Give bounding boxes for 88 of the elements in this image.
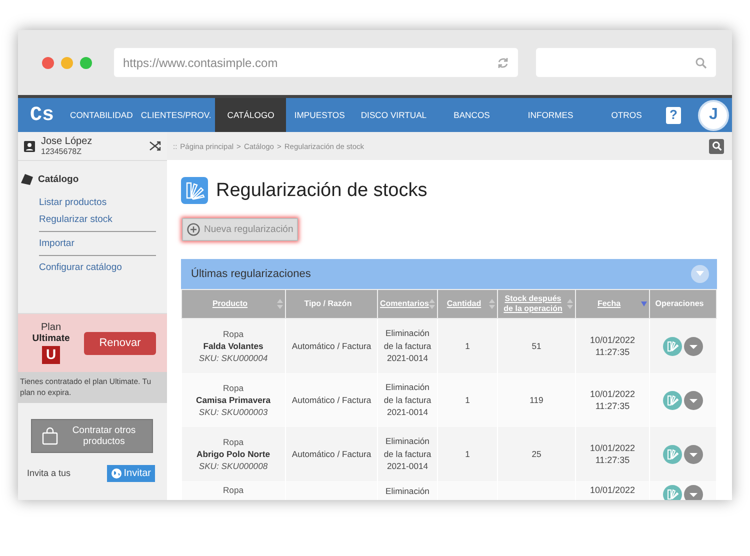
column-header: Tipo / Razón — [286, 290, 378, 318]
url-text: https://www.contasimple.com — [123, 56, 278, 70]
swatch-fan-icon — [181, 177, 208, 204]
minimize-icon[interactable] — [61, 56, 73, 68]
nav-tab[interactable]: BANCOS — [434, 98, 509, 132]
swatch-fan-icon[interactable] — [663, 390, 682, 410]
swatch-fan-icon[interactable] — [663, 336, 682, 356]
section-title: Catálogo — [38, 174, 79, 184]
avatar[interactable]: J — [698, 100, 729, 130]
product-category: Ropa — [222, 329, 244, 339]
nav-tab[interactable]: CONTABILIDAD — [66, 98, 137, 132]
swatch-fan-icon[interactable] — [663, 485, 682, 500]
comment-text: Eliminación de la factura 2021-0014 — [382, 381, 432, 419]
plan-label: Plan — [41, 322, 62, 333]
search-button[interactable] — [709, 138, 724, 154]
table-cell: Automático / Factura — [292, 449, 372, 459]
plan-name: Ultimate — [32, 333, 70, 344]
close-icon[interactable] — [42, 56, 54, 68]
table-cell: 1 — [465, 395, 470, 405]
date-text: 10/01/2022 — [590, 389, 636, 399]
search-field[interactable] — [536, 48, 716, 77]
column-header[interactable]: Producto — [182, 290, 286, 318]
renew-button[interactable]: Renovar — [84, 332, 156, 354]
sidebar-link[interactable]: Regularizar stock — [39, 211, 156, 228]
time-text: 11:27:35 — [595, 401, 630, 411]
plan-badge: U — [42, 346, 60, 364]
sidebar-link[interactable]: Configurar catálogo — [39, 259, 156, 276]
table-cell: 51 — [532, 341, 542, 351]
page-title: Regularización de stocks — [216, 180, 428, 202]
reload-icon[interactable] — [497, 56, 509, 68]
invite-button[interactable]: Invitar — [106, 464, 155, 482]
swatch-fan-icon[interactable] — [663, 444, 682, 464]
comment-text: Eliminación de la factura 2021-0014 — [382, 435, 432, 473]
nav-tab[interactable]: CLIENTES/PROV. — [136, 98, 216, 132]
dropdown-icon[interactable] — [684, 390, 703, 410]
column-header: Operaciones — [650, 290, 716, 318]
product-sku: SKU: SKU000004 — [198, 353, 268, 363]
product-name: Falda Volantes — [203, 341, 264, 351]
dropdown-icon[interactable] — [684, 444, 703, 464]
address-field[interactable]: https://www.contasimple.com — [114, 48, 518, 77]
product-category: Ropa — [222, 437, 244, 447]
comment-text: Eliminación de la factura 2021-0014 — [382, 327, 432, 365]
date-text: 10/01/2022 — [590, 485, 636, 495]
invite-text: Invita a tus — [27, 468, 71, 478]
dropdown-icon[interactable] — [684, 336, 703, 356]
user-id: 12345678Z — [41, 147, 82, 156]
nav-tab[interactable]: IMPUESTOS — [286, 98, 353, 132]
product-category: Ropa — [222, 383, 244, 393]
table-cell: 1 — [465, 449, 470, 459]
comment-text: Eliminación — [384, 485, 430, 498]
plus-circle-icon — [187, 223, 200, 236]
product-sku: SKU: SKU000008 — [198, 461, 268, 471]
new-regularization-button[interactable]: Nueva regularización — [182, 218, 298, 241]
shopping-bag-icon — [42, 426, 58, 445]
dropdown-icon[interactable] — [684, 485, 703, 500]
table-cell: 119 — [530, 395, 544, 405]
date-text: 10/01/2022 — [590, 443, 636, 453]
column-header[interactable]: Fecha — [576, 290, 650, 318]
nav-tab[interactable]: DISCO VIRTUAL — [352, 98, 435, 132]
search-icon[interactable] — [695, 56, 707, 68]
maximize-icon[interactable] — [80, 56, 92, 68]
sidebar-link[interactable]: Listar productos — [39, 194, 156, 211]
column-header[interactable]: Stock después de la operación — [498, 290, 576, 318]
panel-title: Últimas regularizaciones — [191, 268, 311, 280]
product-name: Abrigo Polo Norte — [196, 449, 270, 459]
contract-products-button[interactable]: Contratar otros productos — [31, 418, 153, 453]
filter-icon[interactable] — [691, 265, 709, 283]
table-cell: 25 — [532, 449, 542, 459]
nav-tab[interactable]: OTROS — [592, 98, 661, 132]
table-cell: 1 — [465, 341, 470, 351]
sidebar-link[interactable]: Importar — [39, 235, 156, 252]
contact-card-icon — [24, 140, 35, 152]
date-text: 10/01/2022 — [590, 335, 636, 345]
column-header[interactable]: Cantidad — [438, 290, 498, 318]
user-name: Jose López — [41, 136, 94, 147]
time-text: 11:27:35 — [595, 347, 630, 357]
table-cell: Automático / Factura — [292, 395, 372, 405]
product-sku: SKU: SKU000003 — [198, 407, 268, 417]
nav-tab[interactable]: INFORMES — [508, 98, 592, 132]
logo[interactable]: Cs — [18, 98, 66, 132]
column-header[interactable]: Comentarios — [378, 290, 438, 318]
time-text: 11:27:35 — [595, 455, 630, 465]
help-icon[interactable]: ? — [666, 106, 681, 124]
table-cell: Automático / Factura — [292, 341, 372, 351]
product-category: Ropa — [222, 485, 244, 495]
nav-tab[interactable]: CATÁLOGO — [215, 98, 286, 132]
product-name: Camisa Primavera — [196, 395, 271, 405]
shuffle-icon[interactable] — [149, 140, 161, 152]
